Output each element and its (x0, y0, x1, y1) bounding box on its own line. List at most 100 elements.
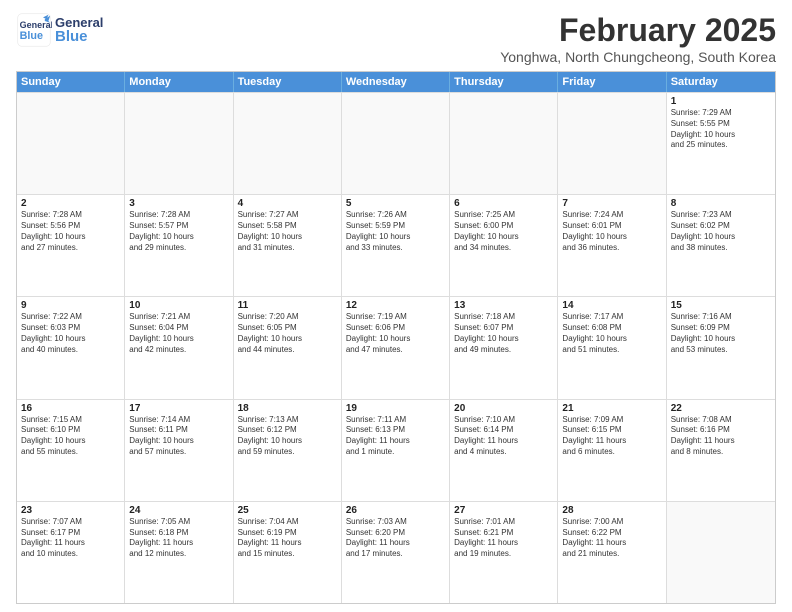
title-section: February 2025 Yonghwa, North Chungcheong… (500, 12, 776, 65)
day-number: 22 (671, 403, 771, 414)
day-info: Sunrise: 7:16 AM Sunset: 6:09 PM Dayligh… (671, 312, 771, 355)
calendar-header: SundayMondayTuesdayWednesdayThursdayFrid… (17, 72, 775, 92)
cal-cell (667, 502, 775, 603)
cal-cell: 3Sunrise: 7:28 AM Sunset: 5:57 PM Daylig… (125, 195, 233, 296)
day-info: Sunrise: 7:27 AM Sunset: 5:58 PM Dayligh… (238, 210, 337, 253)
day-number: 23 (21, 505, 120, 516)
day-info: Sunrise: 7:28 AM Sunset: 5:56 PM Dayligh… (21, 210, 120, 253)
cal-cell: 28Sunrise: 7:00 AM Sunset: 6:22 PM Dayli… (558, 502, 666, 603)
week-row-3: 9Sunrise: 7:22 AM Sunset: 6:03 PM Daylig… (17, 296, 775, 398)
day-info: Sunrise: 7:17 AM Sunset: 6:08 PM Dayligh… (562, 312, 661, 355)
cal-cell (234, 93, 342, 194)
cal-cell: 15Sunrise: 7:16 AM Sunset: 6:09 PM Dayli… (667, 297, 775, 398)
day-info: Sunrise: 7:00 AM Sunset: 6:22 PM Dayligh… (562, 517, 661, 560)
header-day-monday: Monday (125, 72, 233, 92)
cal-cell: 13Sunrise: 7:18 AM Sunset: 6:07 PM Dayli… (450, 297, 558, 398)
day-info: Sunrise: 7:20 AM Sunset: 6:05 PM Dayligh… (238, 312, 337, 355)
cal-cell: 8Sunrise: 7:23 AM Sunset: 6:02 PM Daylig… (667, 195, 775, 296)
cal-cell: 18Sunrise: 7:13 AM Sunset: 6:12 PM Dayli… (234, 400, 342, 501)
logo-icon: General Blue (16, 12, 52, 48)
day-number: 20 (454, 403, 553, 414)
cal-cell: 21Sunrise: 7:09 AM Sunset: 6:15 PM Dayli… (558, 400, 666, 501)
day-number: 5 (346, 198, 445, 209)
calendar-body: 1Sunrise: 7:29 AM Sunset: 5:55 PM Daylig… (17, 92, 775, 603)
header-day-wednesday: Wednesday (342, 72, 450, 92)
day-info: Sunrise: 7:11 AM Sunset: 6:13 PM Dayligh… (346, 415, 445, 458)
header-day-sunday: Sunday (17, 72, 125, 92)
day-number: 13 (454, 300, 553, 311)
cal-cell: 22Sunrise: 7:08 AM Sunset: 6:16 PM Dayli… (667, 400, 775, 501)
day-info: Sunrise: 7:21 AM Sunset: 6:04 PM Dayligh… (129, 312, 228, 355)
day-info: Sunrise: 7:14 AM Sunset: 6:11 PM Dayligh… (129, 415, 228, 458)
logo: General Blue General Blue (16, 12, 103, 48)
day-number: 18 (238, 403, 337, 414)
day-number: 15 (671, 300, 771, 311)
cal-cell: 4Sunrise: 7:27 AM Sunset: 5:58 PM Daylig… (234, 195, 342, 296)
cal-cell (450, 93, 558, 194)
day-number: 16 (21, 403, 120, 414)
cal-cell: 9Sunrise: 7:22 AM Sunset: 6:03 PM Daylig… (17, 297, 125, 398)
cal-cell: 10Sunrise: 7:21 AM Sunset: 6:04 PM Dayli… (125, 297, 233, 398)
svg-text:Blue: Blue (20, 30, 43, 42)
day-number: 27 (454, 505, 553, 516)
header-day-friday: Friday (558, 72, 666, 92)
cal-cell: 25Sunrise: 7:04 AM Sunset: 6:19 PM Dayli… (234, 502, 342, 603)
week-row-5: 23Sunrise: 7:07 AM Sunset: 6:17 PM Dayli… (17, 501, 775, 603)
cal-cell: 19Sunrise: 7:11 AM Sunset: 6:13 PM Dayli… (342, 400, 450, 501)
day-info: Sunrise: 7:19 AM Sunset: 6:06 PM Dayligh… (346, 312, 445, 355)
day-info: Sunrise: 7:28 AM Sunset: 5:57 PM Dayligh… (129, 210, 228, 253)
day-info: Sunrise: 7:22 AM Sunset: 6:03 PM Dayligh… (21, 312, 120, 355)
header-day-saturday: Saturday (667, 72, 775, 92)
day-number: 2 (21, 198, 120, 209)
cal-cell: 16Sunrise: 7:15 AM Sunset: 6:10 PM Dayli… (17, 400, 125, 501)
day-number: 19 (346, 403, 445, 414)
logo-blue-text: Blue (55, 29, 103, 44)
day-number: 11 (238, 300, 337, 311)
cal-cell: 26Sunrise: 7:03 AM Sunset: 6:20 PM Dayli… (342, 502, 450, 603)
day-info: Sunrise: 7:01 AM Sunset: 6:21 PM Dayligh… (454, 517, 553, 560)
cal-cell: 12Sunrise: 7:19 AM Sunset: 6:06 PM Dayli… (342, 297, 450, 398)
day-info: Sunrise: 7:24 AM Sunset: 6:01 PM Dayligh… (562, 210, 661, 253)
day-number: 9 (21, 300, 120, 311)
day-number: 3 (129, 198, 228, 209)
day-info: Sunrise: 7:26 AM Sunset: 5:59 PM Dayligh… (346, 210, 445, 253)
day-info: Sunrise: 7:05 AM Sunset: 6:18 PM Dayligh… (129, 517, 228, 560)
day-info: Sunrise: 7:04 AM Sunset: 6:19 PM Dayligh… (238, 517, 337, 560)
week-row-4: 16Sunrise: 7:15 AM Sunset: 6:10 PM Dayli… (17, 399, 775, 501)
cal-cell (17, 93, 125, 194)
day-info: Sunrise: 7:23 AM Sunset: 6:02 PM Dayligh… (671, 210, 771, 253)
cal-cell: 24Sunrise: 7:05 AM Sunset: 6:18 PM Dayli… (125, 502, 233, 603)
page: General Blue General Blue February 2025 … (0, 0, 792, 612)
header: General Blue General Blue February 2025 … (16, 12, 776, 65)
cal-cell: 11Sunrise: 7:20 AM Sunset: 6:05 PM Dayli… (234, 297, 342, 398)
day-number: 21 (562, 403, 661, 414)
cal-cell: 7Sunrise: 7:24 AM Sunset: 6:01 PM Daylig… (558, 195, 666, 296)
header-day-thursday: Thursday (450, 72, 558, 92)
day-info: Sunrise: 7:18 AM Sunset: 6:07 PM Dayligh… (454, 312, 553, 355)
cal-cell: 23Sunrise: 7:07 AM Sunset: 6:17 PM Dayli… (17, 502, 125, 603)
cal-cell (342, 93, 450, 194)
day-number: 12 (346, 300, 445, 311)
day-info: Sunrise: 7:25 AM Sunset: 6:00 PM Dayligh… (454, 210, 553, 253)
header-day-tuesday: Tuesday (234, 72, 342, 92)
day-number: 26 (346, 505, 445, 516)
calendar: SundayMondayTuesdayWednesdayThursdayFrid… (16, 71, 776, 604)
week-row-1: 1Sunrise: 7:29 AM Sunset: 5:55 PM Daylig… (17, 92, 775, 194)
day-number: 24 (129, 505, 228, 516)
day-info: Sunrise: 7:09 AM Sunset: 6:15 PM Dayligh… (562, 415, 661, 458)
logo-name: General Blue (55, 16, 103, 44)
cal-cell: 2Sunrise: 7:28 AM Sunset: 5:56 PM Daylig… (17, 195, 125, 296)
main-title: February 2025 (500, 12, 776, 49)
day-number: 28 (562, 505, 661, 516)
day-info: Sunrise: 7:07 AM Sunset: 6:17 PM Dayligh… (21, 517, 120, 560)
day-info: Sunrise: 7:08 AM Sunset: 6:16 PM Dayligh… (671, 415, 771, 458)
day-info: Sunrise: 7:15 AM Sunset: 6:10 PM Dayligh… (21, 415, 120, 458)
day-info: Sunrise: 7:13 AM Sunset: 6:12 PM Dayligh… (238, 415, 337, 458)
cal-cell: 6Sunrise: 7:25 AM Sunset: 6:00 PM Daylig… (450, 195, 558, 296)
day-number: 7 (562, 198, 661, 209)
cal-cell (558, 93, 666, 194)
day-info: Sunrise: 7:10 AM Sunset: 6:14 PM Dayligh… (454, 415, 553, 458)
day-number: 4 (238, 198, 337, 209)
cal-cell: 5Sunrise: 7:26 AM Sunset: 5:59 PM Daylig… (342, 195, 450, 296)
day-number: 17 (129, 403, 228, 414)
